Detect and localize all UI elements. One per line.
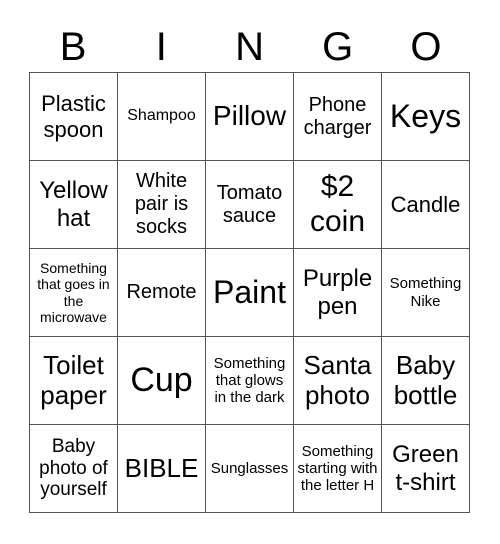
bingo-cell[interactable]: Plastic spoon — [30, 73, 118, 161]
bingo-cell[interactable]: Cup — [118, 337, 206, 425]
bingo-cell[interactable]: Tomato sauce — [206, 161, 294, 249]
bingo-cell[interactable]: Purple pen — [294, 249, 382, 337]
bingo-grid: Plastic spoon Shampoo Pillow Phone charger K… — [29, 72, 470, 513]
header-letter-i: I — [155, 25, 167, 69]
bingo-cell[interactable]: Baby photo of yourself — [30, 425, 118, 513]
bingo-header: B I N G O — [29, 22, 470, 72]
header-letter-b: B — [59, 25, 87, 69]
bingo-cell[interactable]: Baby bottle — [382, 337, 470, 425]
bingo-cell[interactable]: Yellow hat — [30, 161, 118, 249]
bingo-cell[interactable]: $2 coin — [294, 161, 382, 249]
bingo-cell[interactable]: Santa photo — [294, 337, 382, 425]
bingo-cell[interactable]: Candle — [382, 161, 470, 249]
bingo-cell[interactable]: Phone charger — [294, 73, 382, 161]
bingo-cell[interactable]: Toilet paper — [30, 337, 118, 425]
bingo-cell[interactable]: Paint — [206, 249, 294, 337]
bingo-cell[interactable]: Shampoo — [118, 73, 206, 161]
header-letter-n: N — [235, 25, 264, 69]
bingo-cell[interactable]: Sunglasses — [206, 425, 294, 513]
bingo-cell[interactable]: Keys — [382, 73, 470, 161]
bingo-cell[interactable]: Something Nike — [382, 249, 470, 337]
bingo-cell[interactable]: Green t-shirt — [382, 425, 470, 513]
bingo-cell[interactable]: Pillow — [206, 73, 294, 161]
bingo-cell[interactable]: BIBLE — [118, 425, 206, 513]
bingo-cell[interactable]: Something that goes in the microwave — [30, 249, 118, 337]
bingo-cell[interactable]: Something that glows in the dark — [206, 337, 294, 425]
header-letter-g: G — [322, 25, 354, 69]
bingo-cell[interactable]: Something starting with the letter H — [294, 425, 382, 513]
header-letter-o: O — [410, 25, 442, 69]
bingo-cell[interactable]: White pair is socks — [118, 161, 206, 249]
bingo-cell[interactable]: Remote — [118, 249, 206, 337]
